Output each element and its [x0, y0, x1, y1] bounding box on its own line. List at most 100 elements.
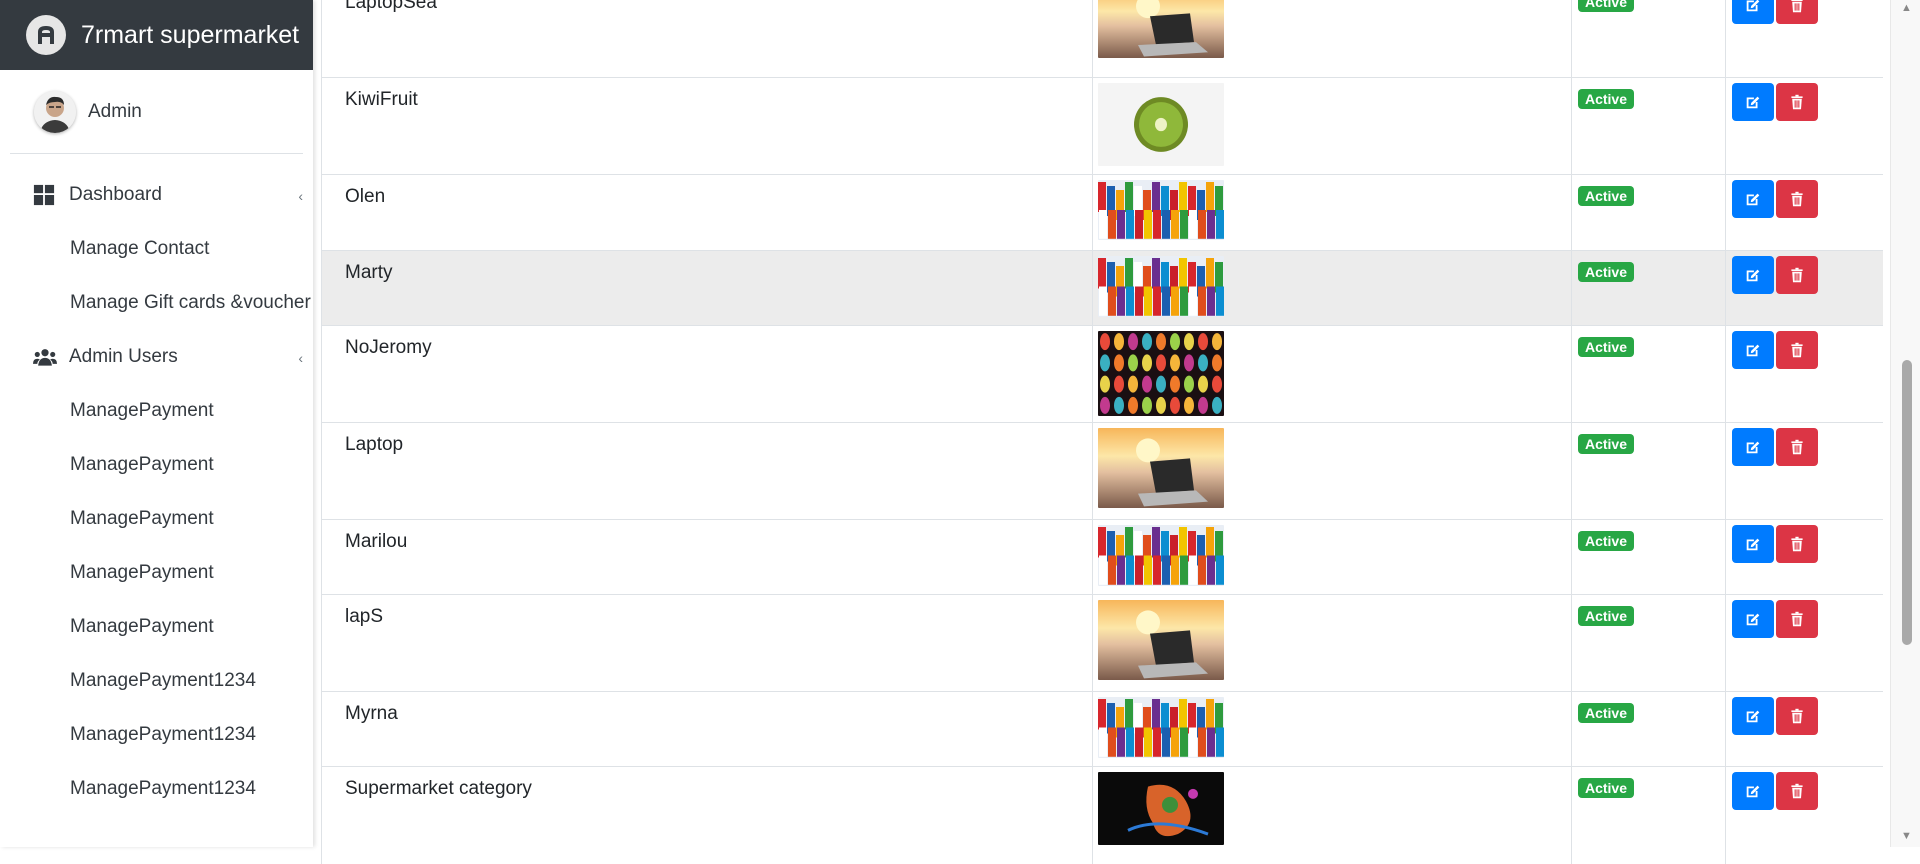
sidebar-item-label: Admin Users: [69, 346, 178, 367]
scrollbar-thumb[interactable]: [1902, 360, 1912, 645]
category-image-cell: [1092, 0, 1572, 78]
edit-icon: [1744, 707, 1762, 725]
chevron-left-icon: ‹: [298, 350, 303, 366]
sidebar-item-managepayment1234[interactable]: ManagePayment1234: [0, 654, 313, 708]
brand-link[interactable]: 7rmart supermarket: [0, 0, 313, 70]
trash-icon: [1789, 707, 1805, 725]
sidebar-item-admin-users[interactable]: Admin Users ‹: [0, 330, 313, 384]
edit-button[interactable]: [1732, 83, 1775, 121]
status-badge[interactable]: Active: [1577, 434, 1635, 454]
sidebar-item-managepayment1234[interactable]: ManagePayment1234: [0, 708, 313, 762]
actions-cell: [1725, 77, 1883, 175]
status-badge[interactable]: Active: [1577, 778, 1635, 798]
status-badge[interactable]: Active: [1577, 703, 1635, 723]
sidebar-item-managepayment[interactable]: ManagePayment: [0, 492, 313, 546]
edit-button[interactable]: [1732, 331, 1775, 369]
category-image-cell: [1092, 174, 1572, 251]
delete-button[interactable]: [1776, 256, 1819, 294]
delete-button[interactable]: [1776, 600, 1819, 638]
category-name-cell: Marilou: [322, 519, 1093, 595]
category-table-wrapper: LaptopSea Active KiwiFruit Active Olen Active…: [321, 0, 1883, 864]
delete-button[interactable]: [1776, 83, 1819, 121]
status-badge[interactable]: Active: [1577, 0, 1635, 12]
category-image-cell: [1092, 691, 1572, 767]
vertical-scrollbar[interactable]: ▲ ▼: [1890, 0, 1920, 847]
users-icon: [33, 345, 57, 369]
scroll-up-arrow-icon[interactable]: ▲: [1901, 2, 1912, 14]
category-image: [1097, 772, 1571, 845]
sidebar-item-managepayment[interactable]: ManagePayment: [0, 546, 313, 600]
edit-button[interactable]: [1732, 256, 1775, 294]
sidebar-item-label: ManagePayment1234: [70, 778, 256, 799]
delete-button[interactable]: [1776, 428, 1819, 466]
category-name: Olen: [345, 186, 386, 207]
trash-icon: [1789, 782, 1805, 800]
delete-button[interactable]: [1776, 331, 1819, 369]
sidebar-item-dashboard[interactable]: Dashboard ‹: [0, 168, 313, 222]
status-badge[interactable]: Active: [1577, 89, 1635, 109]
category-image: [1097, 600, 1571, 680]
trash-icon: [1789, 610, 1805, 628]
table-row: Olen Active: [322, 174, 1883, 251]
actions-cell: [1725, 422, 1883, 520]
trash-icon: [1789, 438, 1805, 456]
sidebar-item-managepayment[interactable]: ManagePayment: [0, 438, 313, 492]
status-badge[interactable]: Active: [1577, 531, 1635, 551]
sidebar-item-label: Manage Contact: [70, 238, 210, 259]
delete-button[interactable]: [1776, 697, 1819, 735]
status-cell: Active: [1571, 766, 1727, 864]
delete-button[interactable]: [1776, 180, 1819, 218]
actions-cell: [1725, 519, 1883, 595]
category-image-cell: [1092, 422, 1572, 520]
sidebar-item-label: ManagePayment: [70, 400, 214, 421]
status-cell: Active: [1571, 325, 1727, 423]
edit-button[interactable]: [1732, 180, 1775, 218]
user-panel[interactable]: Admin: [10, 70, 303, 154]
category-name-cell: Supermarket category: [322, 766, 1093, 864]
edit-button[interactable]: [1732, 525, 1775, 563]
actions-cell: [1725, 325, 1883, 423]
status-badge[interactable]: Active: [1577, 337, 1635, 357]
category-name: Myrna: [345, 703, 398, 724]
edit-button[interactable]: [1732, 600, 1775, 638]
sidebar-item-managepayment1234[interactable]: ManagePayment1234: [0, 762, 313, 816]
edit-button[interactable]: [1732, 428, 1775, 466]
status-badge[interactable]: Active: [1577, 262, 1635, 282]
main-content: LaptopSea Active KiwiFruit Active Olen Active…: [313, 0, 1890, 864]
trash-icon: [1789, 190, 1805, 208]
edit-button[interactable]: [1732, 697, 1775, 735]
sidebar-item-manage-contact[interactable]: Manage Contact: [0, 222, 313, 276]
status-badge[interactable]: Active: [1577, 186, 1635, 206]
status-cell: Active: [1571, 174, 1727, 251]
edit-button[interactable]: [1732, 772, 1775, 810]
status-badge[interactable]: Active: [1577, 606, 1635, 626]
category-image-cell: [1092, 250, 1572, 326]
sidebar-item-managepayment[interactable]: ManagePayment: [0, 600, 313, 654]
sidebar-item-managepayment[interactable]: ManagePayment: [0, 384, 313, 438]
category-name-cell: lapS: [322, 594, 1093, 692]
edit-button[interactable]: [1732, 0, 1775, 24]
edit-icon: [1744, 535, 1762, 553]
table-row: NoJeromy Active: [322, 325, 1883, 423]
actions-cell: [1725, 174, 1883, 251]
category-image-cell: [1092, 325, 1572, 423]
chevron-left-icon: ‹: [298, 188, 303, 204]
category-image: [1097, 180, 1571, 240]
sidebar: 7rmart supermarket Admin Dashboard ‹ Manag…: [0, 0, 313, 847]
delete-button[interactable]: [1776, 525, 1819, 563]
dashboard-icon: [33, 183, 57, 207]
actions-cell: [1725, 766, 1883, 864]
brand-name: 7rmart supermarket: [81, 20, 300, 49]
edit-icon: [1744, 610, 1762, 628]
sidebar-item-manage-gift-cards-voucher[interactable]: Manage Gift cards &voucher: [0, 276, 313, 330]
table-row: Laptop Active: [322, 422, 1883, 520]
category-name: LaptopSea: [345, 0, 437, 13]
delete-button[interactable]: [1776, 772, 1819, 810]
category-image-cell: [1092, 519, 1572, 595]
category-name-cell: KiwiFruit: [322, 77, 1093, 175]
scroll-down-arrow-icon[interactable]: ▼: [1901, 830, 1912, 842]
category-image-cell: [1092, 77, 1572, 175]
sidebar-item-label: ManagePayment: [70, 508, 214, 529]
edit-icon: [1744, 0, 1762, 14]
delete-button[interactable]: [1776, 0, 1819, 24]
